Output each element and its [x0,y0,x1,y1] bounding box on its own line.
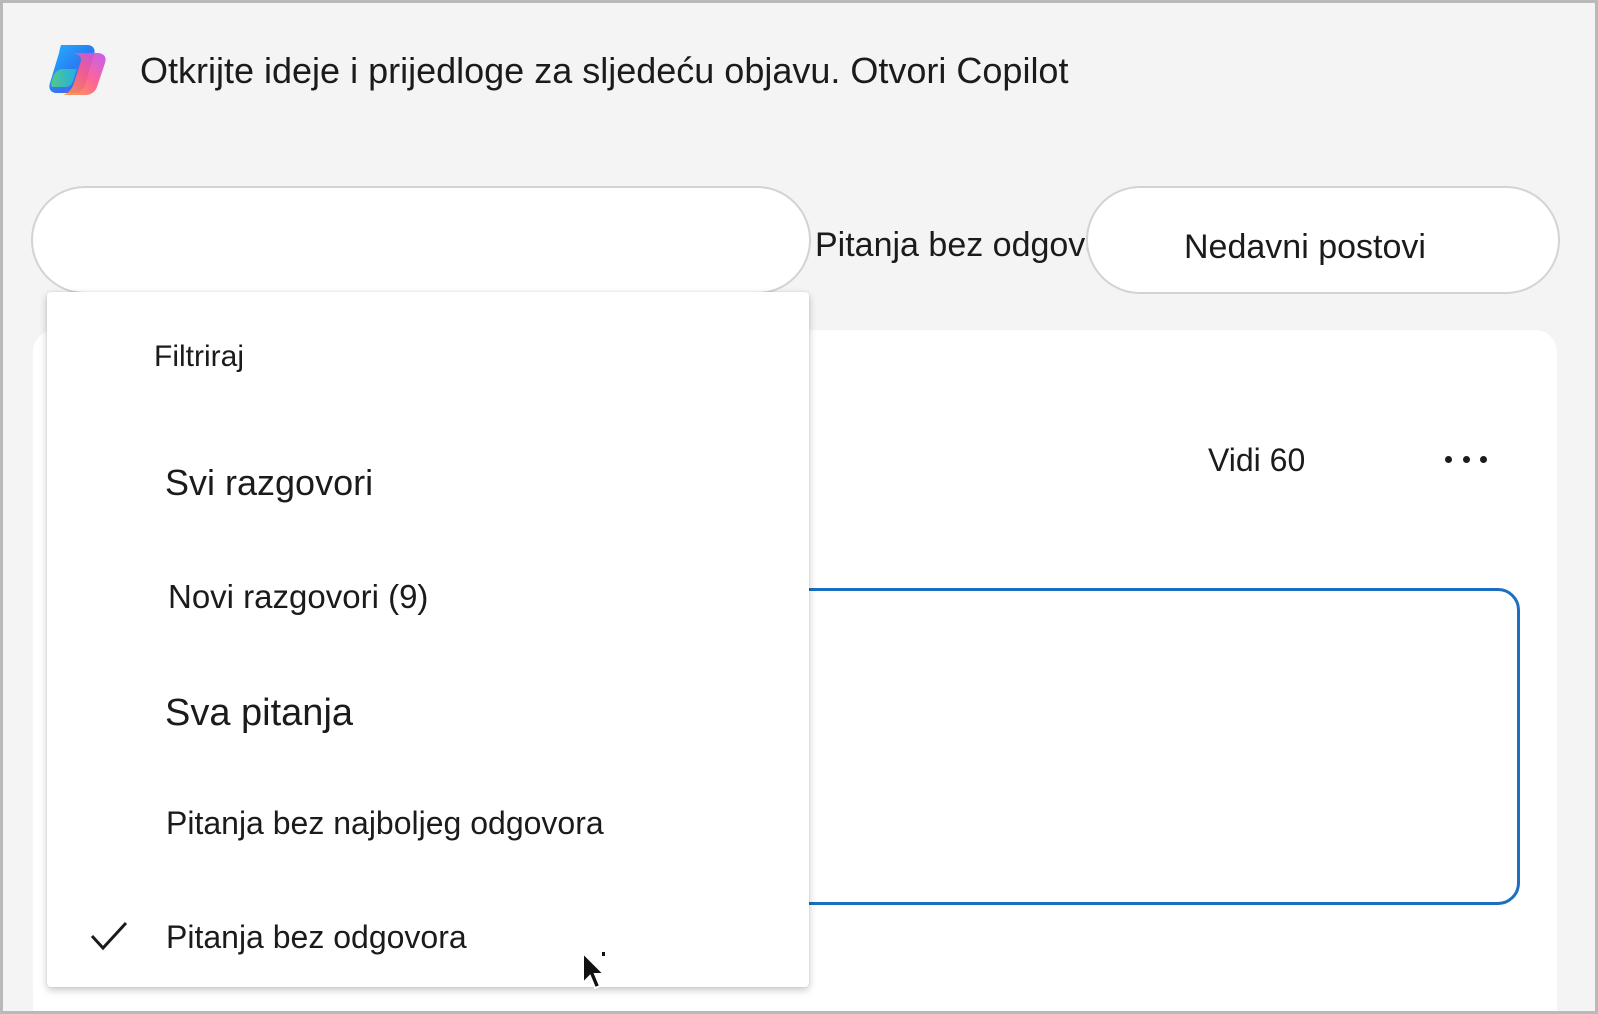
more-dot [1462,455,1470,463]
menu-item-questions-without-best-answer[interactable]: Pitanja bez najboljeg odgovora [47,779,809,869]
menu-item-unanswered-questions[interactable]: Pitanja bez odgovora [47,893,809,983]
menu-item-new-conversations[interactable]: Novi razgovori (9) [47,552,809,642]
more-dot [1480,455,1487,463]
checkmark-icon [90,921,128,951]
see-all-link[interactable]: Vidi 60 [1208,440,1305,480]
filter-menu-header: Filtriraj [154,340,244,373]
menu-item-all-conversations[interactable]: Svi razgovori [47,437,809,527]
app-window: Otkrijte ideje i prijedloge za sljedeću … [0,0,1598,1014]
menu-item-label: Sva pitanja [165,692,354,734]
filter-dropdown-button[interactable] [31,186,811,294]
copilot-logo-icon[interactable] [47,41,109,97]
menu-item-label: Pitanja bez najboljeg odgovora [166,805,604,841]
filter-menu: Filtriraj Svi razgovori Novi razgovori (… [47,292,809,987]
menu-item-label: Novi razgovori (9) [168,578,429,615]
copilot-banner-text[interactable]: Otkrijte ideje i prijedloge za sljedeću … [140,49,1068,93]
more-dot [1445,455,1452,463]
menu-item-all-questions[interactable]: Sva pitanja [47,666,809,756]
more-horizontal-icon[interactable] [1441,439,1491,479]
menu-item-label: Pitanja bez odgovora [166,919,467,955]
post-composer-box[interactable] [723,588,1520,905]
tab-recent-posts[interactable]: Nedavni postovi [1184,225,1426,269]
mouse-cursor-icon [582,951,607,990]
menu-item-label: Svi razgovori [165,462,374,503]
